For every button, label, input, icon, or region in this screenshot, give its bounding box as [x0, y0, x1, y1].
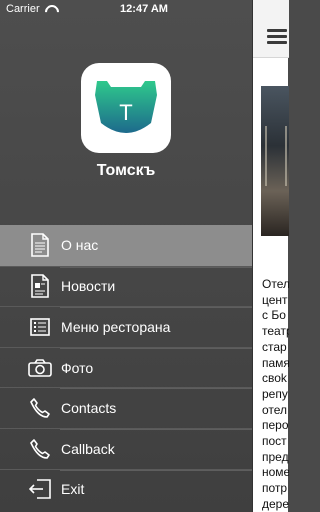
article-line: с Бо	[262, 308, 286, 323]
article-line: пост	[262, 434, 287, 449]
menu-item-photo[interactable]: Фото	[0, 346, 252, 388]
article-line: потр	[262, 481, 288, 496]
phone-icon	[27, 395, 53, 421]
menu-icon[interactable]	[267, 29, 287, 44]
article-line: пред	[262, 449, 289, 464]
article-line: цент	[262, 292, 288, 307]
menu-label: О нас	[61, 237, 99, 254]
article-line: номе	[262, 465, 289, 480]
menu-item-about[interactable]: О нас	[0, 225, 252, 266]
article-line: театр	[262, 324, 289, 339]
article-line: Отел	[262, 277, 289, 291]
news-document-icon	[27, 273, 53, 299]
menu-item-news[interactable]: Новости	[0, 265, 252, 307]
svg-text:T: T	[119, 100, 132, 125]
article-text: Отелцентс Ботеатрстарпамясвоkрепуотелпер…	[262, 277, 289, 512]
divider	[60, 469, 252, 471]
article-line: своk	[262, 371, 287, 386]
divider	[60, 388, 252, 390]
article-line: перо	[262, 418, 289, 433]
menu-label: Новости	[61, 278, 116, 295]
divider	[60, 347, 252, 349]
status-time: 12:47 AM	[120, 3, 168, 15]
phone-callback-icon	[27, 436, 53, 462]
hotel-photo	[261, 86, 289, 236]
menu-label: Фото	[61, 359, 94, 376]
document-icon	[27, 232, 53, 258]
article-line: отел	[262, 402, 288, 417]
content-panel[interactable]: Отелцентс Ботеатрстарпамясвоkрепуотелпер…	[252, 0, 289, 512]
app-title: Томскъ	[96, 162, 156, 179]
menu-label: Меню ресторана	[61, 318, 171, 335]
camera-icon	[27, 355, 53, 381]
app-logo: T	[81, 63, 171, 153]
menu-item-restaurant-menu[interactable]: Меню ресторана	[0, 306, 252, 347]
list-icon	[27, 314, 53, 340]
divider	[60, 266, 252, 268]
navigation-drawer: T Томскъ О нас Новости Меню ресторана Фо…	[0, 0, 252, 512]
article-line: памя	[262, 355, 289, 370]
divider	[60, 428, 252, 430]
menu-label: Callback	[61, 440, 115, 457]
divider	[60, 307, 252, 309]
menu-item-exit[interactable]: Exit	[0, 468, 252, 510]
article-line: репу	[262, 386, 288, 401]
menu-item-callback[interactable]: Callback	[0, 427, 252, 469]
menu-label: Exit	[61, 481, 85, 498]
article-line: дерe	[262, 496, 289, 511]
status-bar: Carrier 12:47 AM	[0, 0, 288, 20]
exit-icon	[27, 476, 53, 502]
article-line: стар	[262, 339, 287, 354]
drawer-menu: О нас Новости Меню ресторана Фото Contac…	[0, 225, 252, 509]
menu-label: Contacts	[61, 400, 117, 417]
menu-item-contacts[interactable]: Contacts	[0, 387, 252, 428]
